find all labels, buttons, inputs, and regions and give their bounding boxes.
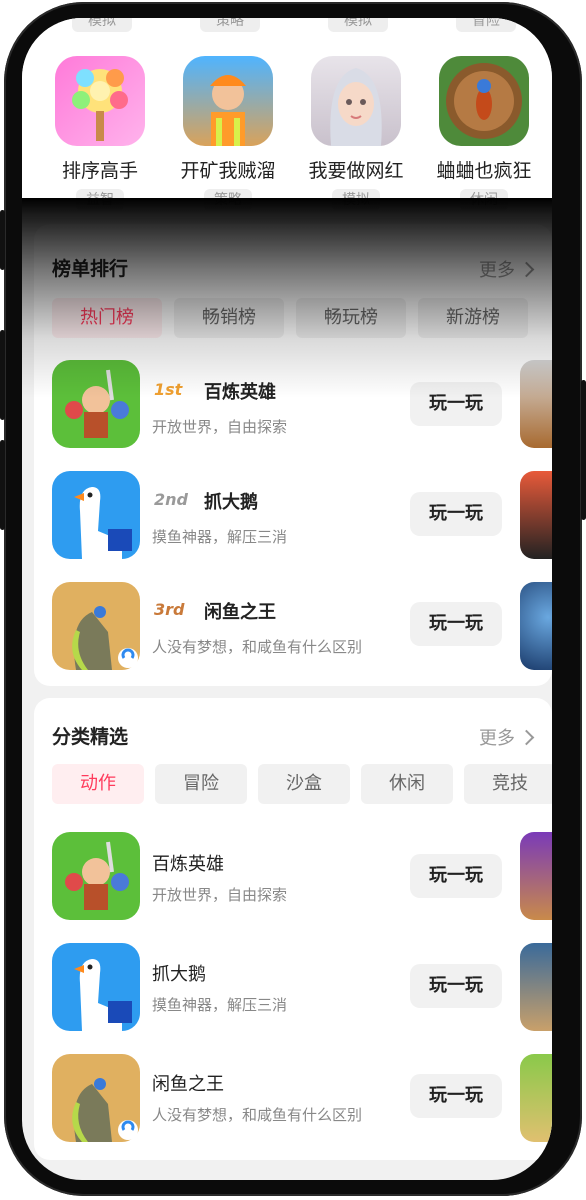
game-desc: 摸鱼神器，解压三消	[152, 528, 288, 546]
top-category-tag: 冒险	[456, 18, 516, 32]
goose-game-icon[interactable]	[52, 471, 140, 559]
game-name: 闲鱼之王	[152, 1074, 224, 1095]
game-name: 闲鱼之王	[204, 602, 276, 623]
featured-game-name: 我要做网红	[308, 160, 404, 182]
chevron-right-icon	[518, 729, 535, 746]
rank-badge: 2nd	[154, 490, 188, 509]
game-name: 抓大鹅	[204, 492, 258, 513]
game-name: 百炼英雄	[152, 854, 224, 875]
categories-card: 分类精选 更多 动作 冒险 沙盒 休闲 竞技 百炼英雄 开放世界，自由探索 玩一…	[34, 698, 552, 1160]
fish-king-game-icon[interactable]	[52, 582, 140, 670]
side-button-left-2	[0, 330, 5, 420]
featured-game-card[interactable]: 排序高手 益智	[50, 56, 150, 211]
next-page-preview	[520, 1054, 552, 1142]
game-desc: 开放世界，自由探索	[152, 886, 288, 904]
next-page-preview	[520, 360, 552, 448]
categories-title: 分类精选	[52, 726, 129, 748]
top-category-tag: 模拟	[72, 18, 132, 32]
side-button-left-1	[0, 210, 5, 270]
play-button[interactable]: 玩一玩	[410, 382, 502, 426]
next-page-preview	[520, 582, 552, 670]
rankings-more-link[interactable]: 更多	[479, 256, 535, 282]
tab-sandbox[interactable]: 沙盒	[258, 764, 350, 804]
tab-hot[interactable]: 热门榜	[52, 298, 162, 338]
top-category-tag: 策略	[200, 18, 260, 32]
hero-game-icon[interactable]	[52, 832, 140, 920]
next-page-preview	[520, 471, 552, 559]
more-label: 更多	[479, 260, 515, 281]
tab-new[interactable]: 新游榜	[418, 298, 528, 338]
app-screen: 模拟 策略 模拟 冒险 排序高手 益智 开矿我贼溜 策略 我要做网红 模拟 蛐蛐…	[22, 18, 552, 1180]
next-page-preview	[520, 943, 552, 1031]
featured-game-tag: 模拟	[332, 189, 380, 211]
play-button[interactable]: 玩一玩	[410, 1074, 502, 1118]
featured-games-strip: 模拟 策略 模拟 冒险 排序高手 益智 开矿我贼溜 策略 我要做网红 模拟 蛐蛐…	[22, 18, 552, 218]
tab-action[interactable]: 动作	[52, 764, 144, 804]
chevron-right-icon	[518, 261, 535, 278]
featured-game-name: 开矿我贼溜	[180, 160, 276, 182]
fish-king-game-icon[interactable]	[52, 1054, 140, 1142]
categories-more-link[interactable]: 更多	[479, 724, 535, 750]
featured-game-name: 排序高手	[61, 160, 138, 182]
sort-master-icon	[55, 56, 145, 146]
game-desc: 开放世界，自由探索	[152, 418, 288, 436]
influencer-game-icon	[311, 56, 401, 146]
rankings-card: 榜单排行 更多 热门榜 畅销榜 畅玩榜 新游榜 1st 百炼英雄 开放世界，自由…	[34, 224, 552, 686]
game-name: 抓大鹅	[152, 964, 206, 985]
tab-adventure[interactable]: 冒险	[155, 764, 247, 804]
game-desc: 摸鱼神器，解压三消	[152, 996, 288, 1014]
rankings-title: 榜单排行	[52, 258, 129, 280]
rank-badge: 3rd	[154, 600, 185, 619]
game-name: 百炼英雄	[204, 382, 276, 403]
featured-game-name: 蛐蛐也疯狂	[436, 160, 532, 182]
featured-game-tag: 休闲	[460, 189, 508, 211]
hero-game-icon[interactable]	[52, 360, 140, 448]
play-button[interactable]: 玩一玩	[410, 602, 502, 646]
featured-game-tag: 策略	[204, 189, 252, 211]
more-label: 更多	[479, 728, 515, 749]
featured-game-card[interactable]: 我要做网红 模拟	[306, 56, 406, 211]
play-button[interactable]: 玩一玩	[410, 854, 502, 898]
game-desc: 人没有梦想，和咸鱼有什么区别	[152, 638, 363, 656]
featured-game-tag: 益智	[76, 189, 124, 211]
tab-competitive[interactable]: 竞技	[464, 764, 552, 804]
play-button[interactable]: 玩一玩	[410, 964, 502, 1008]
tab-bestselling[interactable]: 畅销榜	[174, 298, 284, 338]
goose-game-icon[interactable]	[52, 943, 140, 1031]
next-page-preview	[520, 832, 552, 920]
side-button-right	[581, 380, 586, 520]
cricket-game-icon	[439, 56, 529, 146]
featured-game-card[interactable]: 蛐蛐也疯狂 休闲	[434, 56, 534, 211]
featured-game-card[interactable]: 开矿我贼溜 策略	[178, 56, 278, 211]
play-button[interactable]: 玩一玩	[410, 492, 502, 536]
game-desc: 人没有梦想，和咸鱼有什么区别	[152, 1106, 363, 1124]
side-button-left-3	[0, 440, 5, 530]
top-category-tag: 模拟	[328, 18, 388, 32]
tab-most-played[interactable]: 畅玩榜	[296, 298, 406, 338]
rank-badge: 1st	[154, 380, 183, 399]
tab-casual[interactable]: 休闲	[361, 764, 453, 804]
mining-game-icon	[183, 56, 273, 146]
